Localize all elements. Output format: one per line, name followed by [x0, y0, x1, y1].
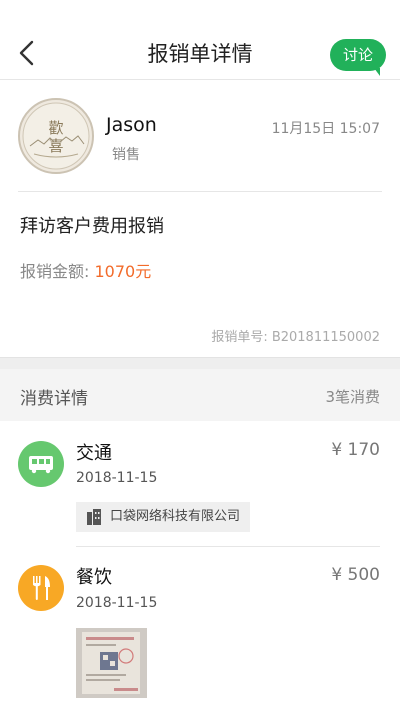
amount-value: 1070元 — [94, 262, 152, 281]
expense-date: 2018-11-15 — [76, 470, 158, 486]
expense-price: ¥ 170 — [331, 440, 380, 460]
building-icon — [87, 509, 101, 525]
divider — [18, 191, 382, 192]
bus-icon — [18, 441, 64, 487]
submitter-name: Jason — [106, 114, 157, 136]
discuss-button[interactable]: 讨论 — [330, 39, 386, 76]
expense-section-header: 消费详情 3笔消费 — [0, 369, 400, 421]
section-separator — [0, 357, 400, 369]
order-number: 报销单号: B201811150002 — [211, 330, 380, 345]
company-name: 口袋网络科技有限公司 — [110, 509, 241, 524]
amount-label: 报销金额: — [20, 262, 95, 281]
company-tag[interactable]: 口袋网络科技有限公司 — [76, 502, 251, 532]
receipt-thumbnail[interactable] — [76, 628, 147, 698]
expense-item-transport[interactable]: 交通 2018-11-15 ¥ 170 口袋网络科技有限公司 — [0, 421, 400, 547]
expense-price: ¥ 500 — [331, 565, 380, 585]
svg-text:喜: 喜 — [48, 137, 63, 155]
submitter-role: 销售 — [112, 147, 140, 163]
report-description: 拜访客户费用报销 — [20, 216, 164, 237]
expense-item-food[interactable]: 餐饮 2018-11-15 ¥ 500 — [0, 546, 400, 710]
submitter-profile: 歡 喜 Jason 销售 11月15日 15:07 — [0, 80, 400, 192]
expense-category: 餐饮 — [76, 567, 112, 588]
report-amount: 报销金额: 1070元 — [20, 258, 151, 282]
section-title: 消费详情 — [20, 389, 88, 409]
avatar[interactable]: 歡 喜 — [18, 98, 94, 174]
svg-text:歡: 歡 — [48, 119, 63, 137]
fork-knife-icon — [18, 565, 64, 611]
expense-category: 交通 — [76, 443, 112, 464]
expense-date: 2018-11-15 — [76, 595, 158, 611]
expense-count: 3笔消费 — [325, 388, 380, 406]
submit-time: 11月15日 15:07 — [271, 121, 380, 137]
avatar-seal-image: 歡 喜 — [22, 102, 90, 170]
nav-bar: 报销单详情 讨论 — [0, 0, 400, 80]
